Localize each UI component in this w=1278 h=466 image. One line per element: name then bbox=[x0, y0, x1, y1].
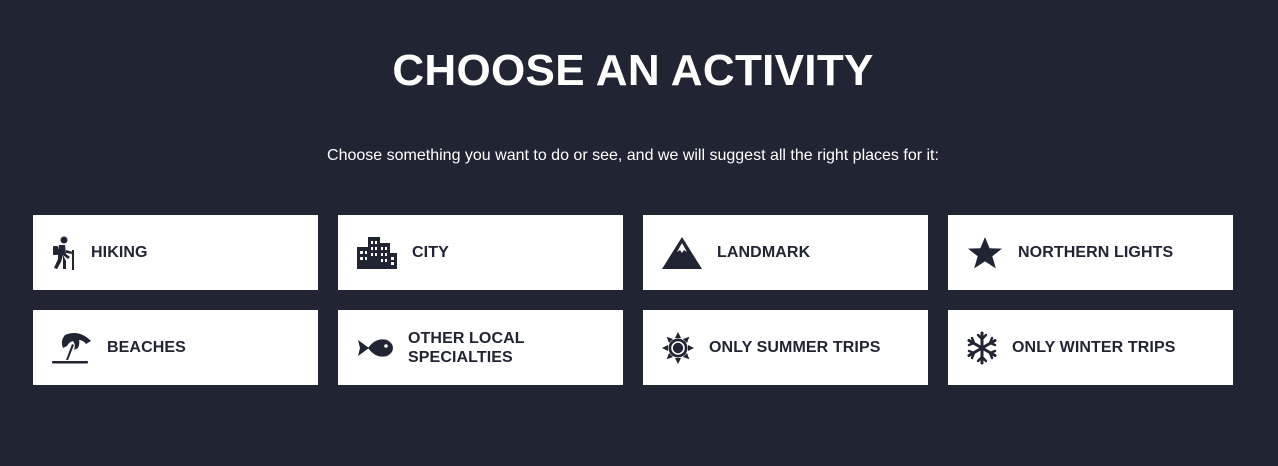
hiking-icon bbox=[51, 236, 77, 270]
activity-label: ONLY WINTER TRIPS bbox=[1012, 339, 1176, 356]
activity-card-landmark[interactable]: LANDMARK bbox=[643, 215, 928, 290]
umbrella-beach-icon bbox=[51, 331, 93, 365]
page-subtitle: Choose something you want to do or see, … bbox=[327, 147, 939, 164]
activity-card-only-winter-trips[interactable]: ONLY WINTER TRIPS bbox=[948, 310, 1233, 385]
activity-card-only-summer-trips[interactable]: ONLY SUMMER TRIPS bbox=[643, 310, 928, 385]
activity-card-city[interactable]: CITY bbox=[338, 215, 623, 290]
activity-label: NORTHERN LIGHTS bbox=[1018, 244, 1174, 261]
activity-card-hiking[interactable]: HIKING bbox=[33, 215, 318, 290]
activity-label: BEACHES bbox=[107, 339, 186, 356]
activity-grid: HIKING CITY LANDMARK NORTHERN LIGHTS BEA… bbox=[33, 215, 1233, 385]
star-icon bbox=[966, 236, 1004, 270]
mountain-icon bbox=[661, 236, 703, 270]
sun-icon bbox=[661, 331, 695, 365]
activity-card-beaches[interactable]: BEACHES bbox=[33, 310, 318, 385]
page-title: CHOOSE AN ACTIVITY bbox=[392, 46, 874, 95]
activity-card-northern-lights[interactable]: NORTHERN LIGHTS bbox=[948, 215, 1233, 290]
activity-label: ONLY SUMMER TRIPS bbox=[709, 339, 881, 356]
city-icon bbox=[356, 236, 398, 269]
activity-label: CITY bbox=[412, 244, 449, 261]
activity-label: LANDMARK bbox=[717, 244, 811, 261]
activity-label: OTHER LOCAL SPECIALTIES bbox=[408, 329, 525, 366]
fish-icon bbox=[356, 336, 394, 360]
activity-card-other-local-specialties[interactable]: OTHER LOCAL SPECIALTIES bbox=[338, 310, 623, 385]
snowflake-icon bbox=[966, 331, 998, 365]
activity-label: HIKING bbox=[91, 244, 148, 261]
